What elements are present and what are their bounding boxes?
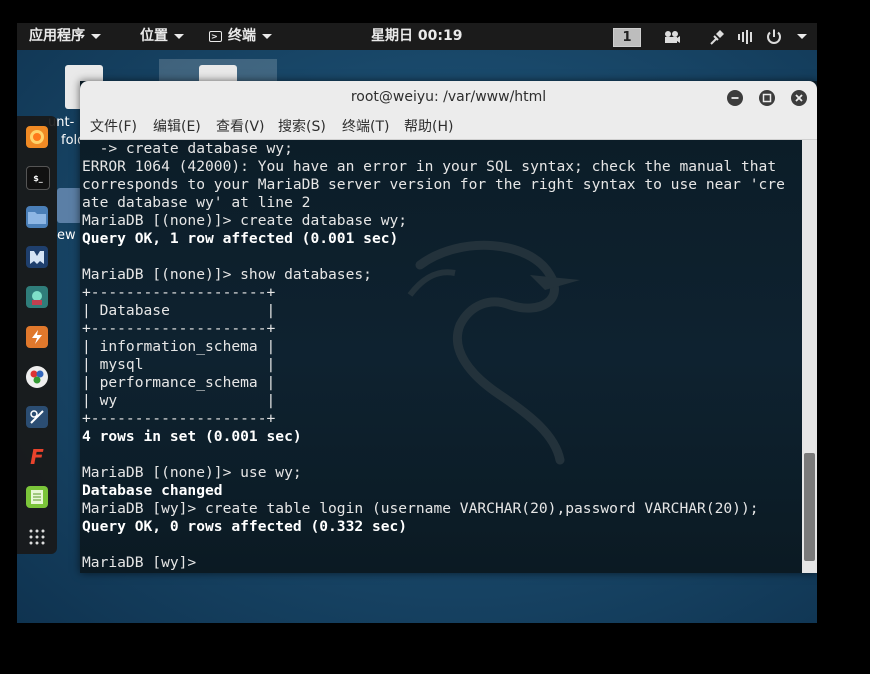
faraday-icon[interactable] <box>26 406 48 428</box>
burpsuite-icon[interactable] <box>26 326 48 348</box>
chevron-down-icon <box>174 33 184 39</box>
network-wired-icon[interactable] <box>708 28 726 46</box>
scrollbar-thumb[interactable] <box>804 453 815 561</box>
top-panel: 应用程序 位置 > 终端 星期日 00:19 1 <box>17 23 817 50</box>
desktop: 应用程序 位置 >终端 星期日 00:19 1 unt- folde <box>17 23 817 623</box>
armitage-icon[interactable] <box>26 286 48 308</box>
applications-label: 应用程序 <box>29 28 85 44</box>
menu-view[interactable]: 查看(V) <box>216 113 265 139</box>
folder-icon[interactable] <box>57 188 82 223</box>
desktop-icon-label: ew <box>57 228 76 243</box>
close-icon <box>795 94 803 102</box>
terminal-small-icon: > <box>209 30 222 42</box>
terminal-line: ate database wy' at line 2 <box>82 194 311 211</box>
system-menu-chevron-icon[interactable] <box>797 34 807 39</box>
clock[interactable]: 星期日 00:19 <box>371 23 462 50</box>
minimize-button[interactable] <box>727 90 743 106</box>
minimize-icon <box>731 97 739 99</box>
window-titlebar[interactable]: root@weiyu: /var/www/html <box>80 81 817 113</box>
terminal-line: | wy | <box>82 392 276 409</box>
terminal-line: ERROR 1064 (42000): You have an error in… <box>82 158 777 175</box>
dock: $_ F <box>17 116 57 554</box>
terminal-line: +--------------------+ <box>82 320 276 337</box>
terminal-lines: -> create database wy; ERROR 1064 (42000)… <box>82 140 785 572</box>
video-camera-icon[interactable] <box>663 28 681 46</box>
terminal-window: root@weiyu: /var/www/html 文件(F) 编辑(E) 查看… <box>80 81 817 573</box>
terminal-line: MariaDB [wy]> create table login (userna… <box>82 500 759 517</box>
terminal-app-menu[interactable]: > 终端 <box>209 23 272 50</box>
terminal-icon[interactable]: $_ <box>26 166 50 190</box>
files-icon[interactable] <box>26 206 48 228</box>
window-title: root@weiyu: /var/www/html <box>350 89 547 105</box>
terminal-line: Query OK, 1 row affected (0.001 sec) <box>82 230 399 247</box>
show-applications-icon[interactable] <box>26 526 48 548</box>
terminal-line: MariaDB [(none)]> show databases; <box>82 266 372 283</box>
terminal-line: MariaDB [(none)]> use wy; <box>82 464 302 481</box>
menu-file[interactable]: 文件(F) <box>90 113 137 139</box>
terminal-line: | Database | <box>82 302 276 319</box>
menu-search[interactable]: 搜索(S) <box>278 113 326 139</box>
maltego-icon[interactable] <box>26 366 48 388</box>
applications-menu[interactable]: 应用程序 <box>29 23 101 50</box>
terminal-line: | mysql | <box>82 356 276 373</box>
terminal-line: corresponds to your MariaDB server versi… <box>82 176 785 193</box>
places-label: 位置 <box>140 28 168 44</box>
places-menu[interactable]: 位置 <box>140 23 184 50</box>
maximize-button[interactable] <box>759 90 775 106</box>
maximize-icon <box>762 93 772 103</box>
scrollbar[interactable] <box>802 140 817 573</box>
firefox-icon[interactable] <box>26 126 48 148</box>
chevron-down-icon <box>262 33 272 39</box>
terminal-line: +--------------------+ <box>82 410 276 427</box>
terminal-line: Query OK, 0 rows affected (0.332 sec) <box>82 518 408 535</box>
workspace-indicator[interactable]: 1 <box>613 28 641 47</box>
metasploit-icon[interactable] <box>26 246 48 268</box>
freemind-icon[interactable]: F <box>26 445 48 469</box>
terminal-app-label: 终端 <box>228 28 256 44</box>
terminal-line: | performance_schema | <box>82 374 276 391</box>
terminal-line: -> create database wy; <box>82 140 293 157</box>
power-icon[interactable] <box>765 28 783 46</box>
menu-bar: 文件(F) 编辑(E) 查看(V) 搜索(S) 终端(T) 帮助(H) <box>80 113 817 140</box>
volume-icon[interactable] <box>737 28 755 46</box>
terminal-line: MariaDB [(none)]> create database wy; <box>82 212 408 229</box>
leafpad-icon[interactable] <box>26 486 48 508</box>
terminal-line: MariaDB [wy]> <box>82 554 206 571</box>
terminal-line: Database changed <box>82 482 223 499</box>
menu-help[interactable]: 帮助(H) <box>404 113 453 139</box>
menu-edit[interactable]: 编辑(E) <box>153 113 201 139</box>
menu-terminal[interactable]: 终端(T) <box>342 113 389 139</box>
chevron-down-icon <box>91 33 101 39</box>
close-button[interactable] <box>791 90 807 106</box>
terminal-line: 4 rows in set (0.001 sec) <box>82 428 302 445</box>
terminal-line: | information_schema | <box>82 338 276 355</box>
terminal-output[interactable]: -> create database wy; ERROR 1064 (42000)… <box>80 140 802 573</box>
terminal-line: +--------------------+ <box>82 284 276 301</box>
